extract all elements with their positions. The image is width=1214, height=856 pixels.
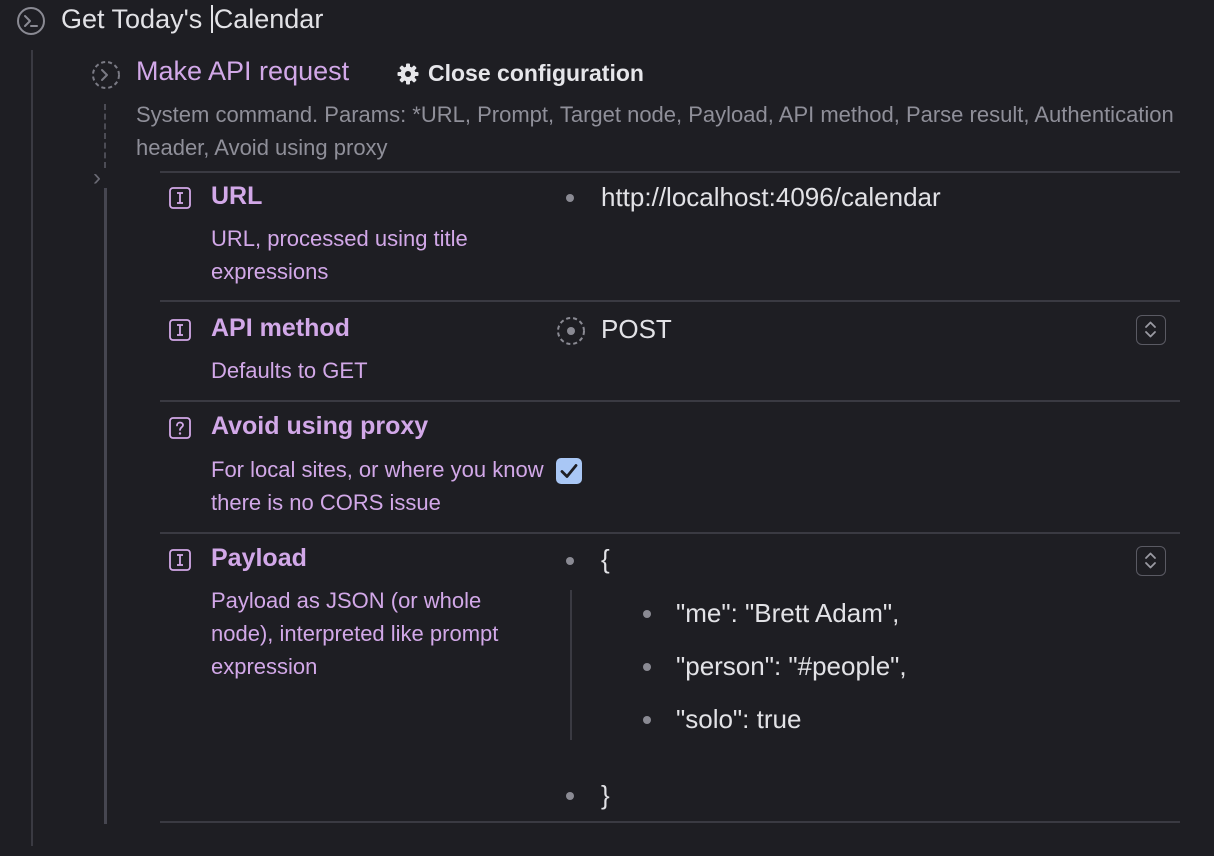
param-description-avoid-proxy: For local sites, or where you know there… [211,457,544,515]
row-divider [160,821,1180,823]
row-divider [160,400,1180,402]
bullet-dot [643,716,651,724]
chevron-up-down-icon [1145,321,1156,338]
param-name-url: URL [211,182,263,210]
avoid-proxy-checkbox[interactable] [556,458,582,484]
row-divider [160,532,1180,534]
param-name-api-method: API method [211,314,350,342]
close-configuration-button[interactable]: Close configuration [396,60,644,87]
command-title[interactable]: Make API request [136,56,349,87]
payload-line[interactable]: "me": "Brett Adam", [676,598,899,629]
row-divider [160,171,1180,173]
payload-open-brace[interactable]: { [601,544,610,575]
bullet-dot [566,194,574,202]
node-title[interactable]: Get Today's Calendar [61,4,323,35]
dashed-guide-line [104,104,106,168]
bullet-dot [643,663,651,671]
title-text-before-cursor: Get Today's [61,4,210,34]
payload-line[interactable]: "solo": true [676,704,801,735]
param-name-avoid-proxy: Avoid using proxy [211,412,429,440]
config-guide-line [104,188,107,824]
chevron-up-down-icon [1145,552,1156,569]
url-value[interactable]: http://localhost:4096/calendar [601,182,941,213]
outline-guide-line [31,50,33,846]
payload-guide-line [570,590,572,740]
param-description-url: URL, processed using title expressions [211,226,468,284]
param-name-payload: Payload [211,544,307,572]
api-method-select-button[interactable] [1136,315,1166,345]
payload-close-brace[interactable]: } [601,780,610,811]
row-divider [160,300,1180,302]
bullet-dot [566,792,574,800]
command-description: System command. Params: *URL, Prompt, Ta… [136,102,1174,160]
terminal-icon [17,7,45,35]
text-field-icon [169,549,191,571]
payload-line[interactable]: "person": "#people", [676,651,907,682]
text-cursor [210,5,213,33]
chevron-right-icon: › [93,164,101,191]
api-method-value[interactable]: POST [601,314,672,345]
param-description-payload: Payload as JSON (or whole node), interpr… [211,588,499,679]
gear-icon [397,63,419,84]
question-icon [169,417,191,439]
dashed-circle-icon[interactable] [90,59,122,91]
title-text-after-cursor: Calendar [213,4,324,34]
close-configuration-label: Close configuration [428,60,644,86]
bullet-dot [566,557,574,565]
radio-dot-icon[interactable] [555,315,587,347]
text-field-icon [169,319,191,341]
bullet-dot [643,610,651,618]
checkmark-icon [560,464,578,478]
text-field-icon [169,187,191,209]
payload-select-button[interactable] [1136,546,1166,576]
param-description-api-method: Defaults to GET [211,358,368,383]
